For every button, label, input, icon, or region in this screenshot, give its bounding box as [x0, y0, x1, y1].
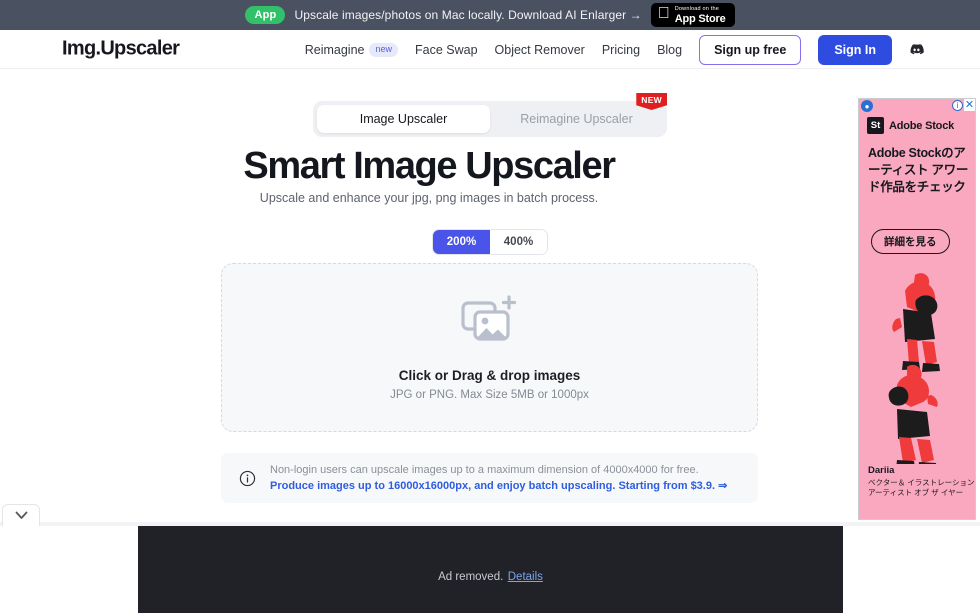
ad-removed-bar: Ad removed. Details [138, 526, 843, 613]
mode-tabs: Image Upscaler Reimagine Upscaler NEW [313, 93, 667, 137]
upload-dropzone[interactable]: Click or Drag & drop images JPG or PNG. … [221, 263, 758, 432]
info-notice: Non-login users can upscale images up to… [221, 453, 758, 503]
site-header: Img.Upscaler Reimagine new Face Swap Obj… [0, 30, 980, 69]
nav-item-object-remover[interactable]: Object Remover [495, 43, 585, 57]
apple-icon:  [658, 6, 670, 22]
adobe-stock-logo-icon: St [867, 117, 884, 134]
app-store-badge[interactable]:  Download on the App Store [650, 3, 735, 27]
tab-image-upscaler-label: Image Upscaler [359, 112, 448, 126]
info-notice-line-1: Non-login users can upscale images up to… [270, 464, 699, 476]
promo-banner[interactable]: App Upscale images/photos on Mac locally… [0, 0, 980, 30]
nav-badge-new: new [369, 42, 398, 57]
ad-brand: St Adobe Stock [867, 117, 954, 134]
main-content: Image Upscaler Reimagine Upscaler NEW Sm… [0, 69, 858, 521]
close-icon[interactable]: ✕ [964, 99, 975, 111]
tab-image-upscaler[interactable]: Image Upscaler [317, 105, 490, 133]
ad-headline: Adobe Stockのアーティスト アワード作品をチェック [868, 146, 969, 194]
tab-new-ribbon-badge: NEW [636, 93, 667, 110]
info-notice-upgrade-link[interactable]: Produce images up to 16000x16000px, and … [270, 479, 727, 492]
collapse-panel-toggle[interactable] [2, 504, 40, 526]
main-nav: Reimagine new Face Swap Object Remover P… [305, 30, 924, 69]
app-store-small-text: Download on the [668, 5, 719, 12]
page-subtitle: Upscale and enhance your jpg, png images… [259, 191, 599, 205]
ad-controls-bar: ● i ✕ [859, 99, 975, 113]
nav-item-pricing[interactable]: Pricing [602, 43, 640, 57]
sidebar-ad[interactable]: ● i ✕ St Adobe Stock Adobe Stockのアーティスト … [858, 98, 976, 520]
chevron-down-icon [15, 507, 28, 525]
discord-icon[interactable] [909, 42, 924, 57]
sign-up-button[interactable]: Sign up free [699, 34, 802, 65]
app-store-label: App Store [668, 12, 726, 25]
dropzone-title: Click or Drag & drop images [398, 367, 581, 383]
ad-info-icon[interactable]: i [952, 100, 963, 111]
scale-option-200[interactable]: 200% [433, 230, 490, 254]
sign-in-button[interactable]: Sign In [818, 34, 892, 65]
nav-item-reimagine[interactable]: Reimagine new [304, 42, 398, 57]
page-title: Smart Image Upscaler [243, 145, 616, 187]
ad-illustration [859, 259, 975, 471]
info-circle-icon [239, 470, 256, 487]
tab-reimagine-upscaler[interactable]: Reimagine Upscaler NEW [490, 93, 667, 133]
scale-option-400[interactable]: 400% [490, 230, 547, 254]
nav-item-face-swap[interactable]: Face Swap [415, 43, 478, 57]
nav-label-reimagine: Reimagine [304, 42, 365, 57]
ad-cta-button[interactable]: 詳細を見る [871, 229, 950, 254]
ad-artist-name: Dariia [868, 465, 895, 476]
logo[interactable]: Img.Upscaler [62, 38, 180, 61]
ad-artist-role: ベクター＆ イラストレーション アーティスト オブ ザ イヤー [868, 478, 975, 497]
adchoices-icon[interactable]: ● [861, 100, 873, 112]
promo-text: Upscale images/photos on Mac locally. Do… [294, 8, 642, 22]
tab-reimagine-upscaler-label: Reimagine Upscaler [520, 112, 633, 126]
scale-toggle: 200% 400% [432, 229, 548, 255]
page-root: App Upscale images/photos on Mac locally… [0, 0, 980, 613]
nav-item-blog[interactable]: Blog [657, 43, 682, 57]
ad-removed-text: Ad removed. [438, 571, 504, 583]
promo-app-pill: App [245, 6, 286, 24]
dropzone-subtitle: JPG or PNG. Max Size 5MB or 1000px [390, 388, 589, 401]
ad-brand-name: Adobe Stock [889, 119, 955, 132]
ad-removed-details-link[interactable]: Details [508, 571, 543, 583]
add-photo-icon [460, 294, 519, 350]
